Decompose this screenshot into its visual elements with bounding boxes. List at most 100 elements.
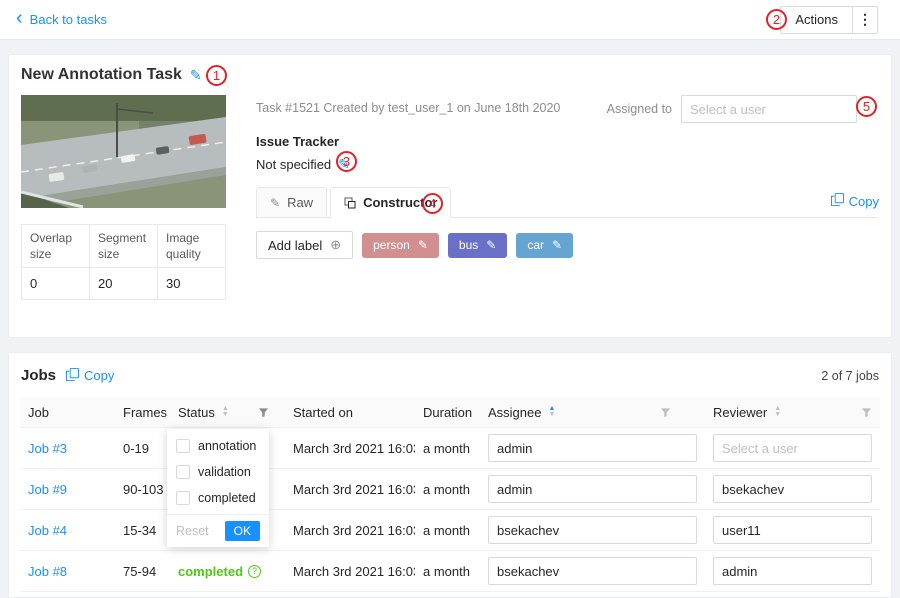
back-to-tasks-link[interactable]: ‹ Back to tasks	[16, 11, 107, 28]
jobs-header: Jobs Copy 2 of 7 jobs	[21, 367, 879, 384]
checkbox-annotation[interactable]	[176, 439, 190, 453]
sort-status-icon[interactable]: ▲▼	[222, 406, 229, 418]
jobs-table-header: Job Frames Status ▲▼ Started on Duration…	[20, 397, 880, 428]
filter-option-completed[interactable]: completed	[167, 485, 269, 511]
actions-menu-button[interactable]: ⋮	[852, 6, 878, 34]
frames-value: 75-94	[123, 564, 156, 579]
task-parameters-table: Overlap size Segment size Image quality …	[21, 224, 226, 300]
label-tag-person[interactable]: person ✎	[362, 233, 439, 258]
question-circle-icon[interactable]: ?	[248, 565, 261, 578]
started-value: March 3rd 2021 16:03	[293, 482, 415, 497]
tab-raw[interactable]: ✎ Raw	[256, 187, 327, 218]
params-header-row: Overlap size Segment size Image quality	[22, 225, 226, 268]
label-tag-bus[interactable]: bus ✎	[448, 233, 507, 258]
column-started-on: Started on	[285, 405, 415, 420]
edit-title-icon[interactable]: ✎	[190, 67, 202, 84]
filter-option-label: completed	[198, 491, 256, 505]
annotation-circle-4: 4	[422, 193, 443, 214]
assignee-input[interactable]	[488, 516, 697, 544]
job-link[interactable]: Job #3	[28, 441, 67, 456]
edit-label-icon[interactable]: ✎	[486, 238, 496, 252]
duration-value: a month	[423, 564, 470, 579]
sort-assignee-icon[interactable]: ▲▼	[548, 406, 555, 418]
checkbox-validation[interactable]	[176, 465, 190, 479]
job-link[interactable]: Job #8	[28, 564, 67, 579]
copy-jobs-text: Copy	[84, 368, 114, 383]
filter-option-annotation[interactable]: annotation	[167, 433, 269, 459]
column-status[interactable]: Status ▲▼	[170, 405, 285, 420]
assigned-to-input[interactable]	[681, 95, 857, 123]
issue-tracker-title: Issue Tracker	[256, 134, 339, 149]
label-name: bus	[459, 238, 478, 252]
status-value: completed	[178, 564, 243, 579]
param-value-quality: 30	[158, 268, 226, 300]
assignee-input[interactable]	[488, 475, 697, 503]
reset-button[interactable]: Reset	[176, 524, 209, 538]
filter-option-label: validation	[198, 465, 251, 479]
job-row-9: Job #9 90-103 March 3rd 2021 16:03 a mon…	[20, 469, 880, 510]
param-value-segment: 20	[90, 268, 158, 300]
actions-button[interactable]: Actions	[780, 6, 853, 34]
back-to-tasks-label: Back to tasks	[30, 12, 107, 27]
copy-icon	[831, 193, 844, 209]
column-assignee[interactable]: Assignee ▲▼	[480, 405, 705, 420]
job-link[interactable]: Job #9	[28, 482, 67, 497]
block-icon	[344, 197, 356, 209]
label-tag-car[interactable]: car ✎	[516, 233, 573, 258]
annotation-circle-2: 2	[766, 9, 787, 30]
filter-footer: Reset OK	[167, 514, 269, 547]
job-row-4: Job #4 15-34 March 3rd 2021 16:03 a mont…	[20, 510, 880, 551]
copy-jobs-link[interactable]: Copy	[66, 368, 114, 384]
frames-value: 90-103	[123, 482, 163, 497]
status-filter-dropdown: annotation validation completed Reset OK	[167, 429, 269, 547]
edit-label-icon[interactable]: ✎	[418, 238, 428, 252]
kebab-icon: ⋮	[858, 11, 872, 27]
job-row-3: Job #3 0-19 March 3rd 2021 16:03 a month	[20, 428, 880, 469]
top-bar: ‹ Back to tasks Actions ⋮	[0, 0, 900, 40]
reviewer-input[interactable]	[713, 475, 872, 503]
frames-value: 0-19	[123, 441, 149, 456]
copy-icon	[66, 368, 79, 384]
column-reviewer[interactable]: Reviewer ▲▼	[705, 405, 880, 420]
plus-circle-icon: ⊕	[330, 237, 341, 253]
filter-reviewer-icon[interactable]	[861, 407, 872, 418]
jobs-count: 2 of 7 jobs	[821, 369, 879, 383]
column-job: Job	[20, 405, 115, 420]
param-header-overlap: Overlap size	[22, 225, 90, 268]
task-details-card: New Annotation Task ✎ Overlap size Segme…	[8, 54, 892, 338]
assignee-input[interactable]	[488, 434, 697, 462]
reviewer-input[interactable]	[713, 516, 872, 544]
filter-option-label: annotation	[198, 439, 256, 453]
add-label-button[interactable]: Add label ⊕	[256, 231, 353, 259]
reviewer-input[interactable]	[713, 434, 872, 462]
copy-labels-link[interactable]: Copy	[831, 193, 879, 217]
label-name: car	[527, 238, 544, 252]
assigned-to-group: Assigned to	[607, 95, 857, 123]
ok-button[interactable]: OK	[225, 521, 260, 541]
started-value: March 3rd 2021 16:03	[293, 564, 415, 579]
column-frames: Frames	[115, 405, 170, 420]
checkbox-completed[interactable]	[176, 491, 190, 505]
filter-assignee-icon[interactable]	[660, 407, 671, 418]
task-title-row: New Annotation Task ✎	[21, 66, 202, 84]
edit-label-icon[interactable]: ✎	[552, 238, 562, 252]
jobs-title: Jobs	[21, 367, 56, 384]
job-row-8: Job #8 75-94 completed ? March 3rd 2021 …	[20, 551, 880, 592]
reviewer-input[interactable]	[713, 557, 872, 585]
jobs-table: Job Frames Status ▲▼ Started on Duration…	[20, 397, 880, 592]
labels-constructor: Add label ⊕ person ✎ bus ✎ car ✎	[256, 231, 573, 259]
back-chevron-icon: ‹	[16, 8, 23, 28]
annotation-circle-3: 3	[336, 151, 357, 172]
column-job-label: Job	[28, 405, 49, 420]
duration-value: a month	[423, 482, 470, 497]
task-title: New Annotation Task	[21, 66, 182, 84]
pencil-icon: ✎	[270, 196, 280, 210]
param-header-segment: Segment size	[90, 225, 158, 268]
filter-option-validation[interactable]: validation	[167, 459, 269, 485]
sort-reviewer-icon[interactable]: ▲▼	[774, 406, 781, 418]
job-link[interactable]: Job #4	[28, 523, 67, 538]
filter-status-icon[interactable]	[258, 407, 269, 418]
started-value: March 3rd 2021 16:03	[293, 441, 415, 456]
annotation-circle-5: 5	[856, 96, 877, 117]
assignee-input[interactable]	[488, 557, 697, 585]
